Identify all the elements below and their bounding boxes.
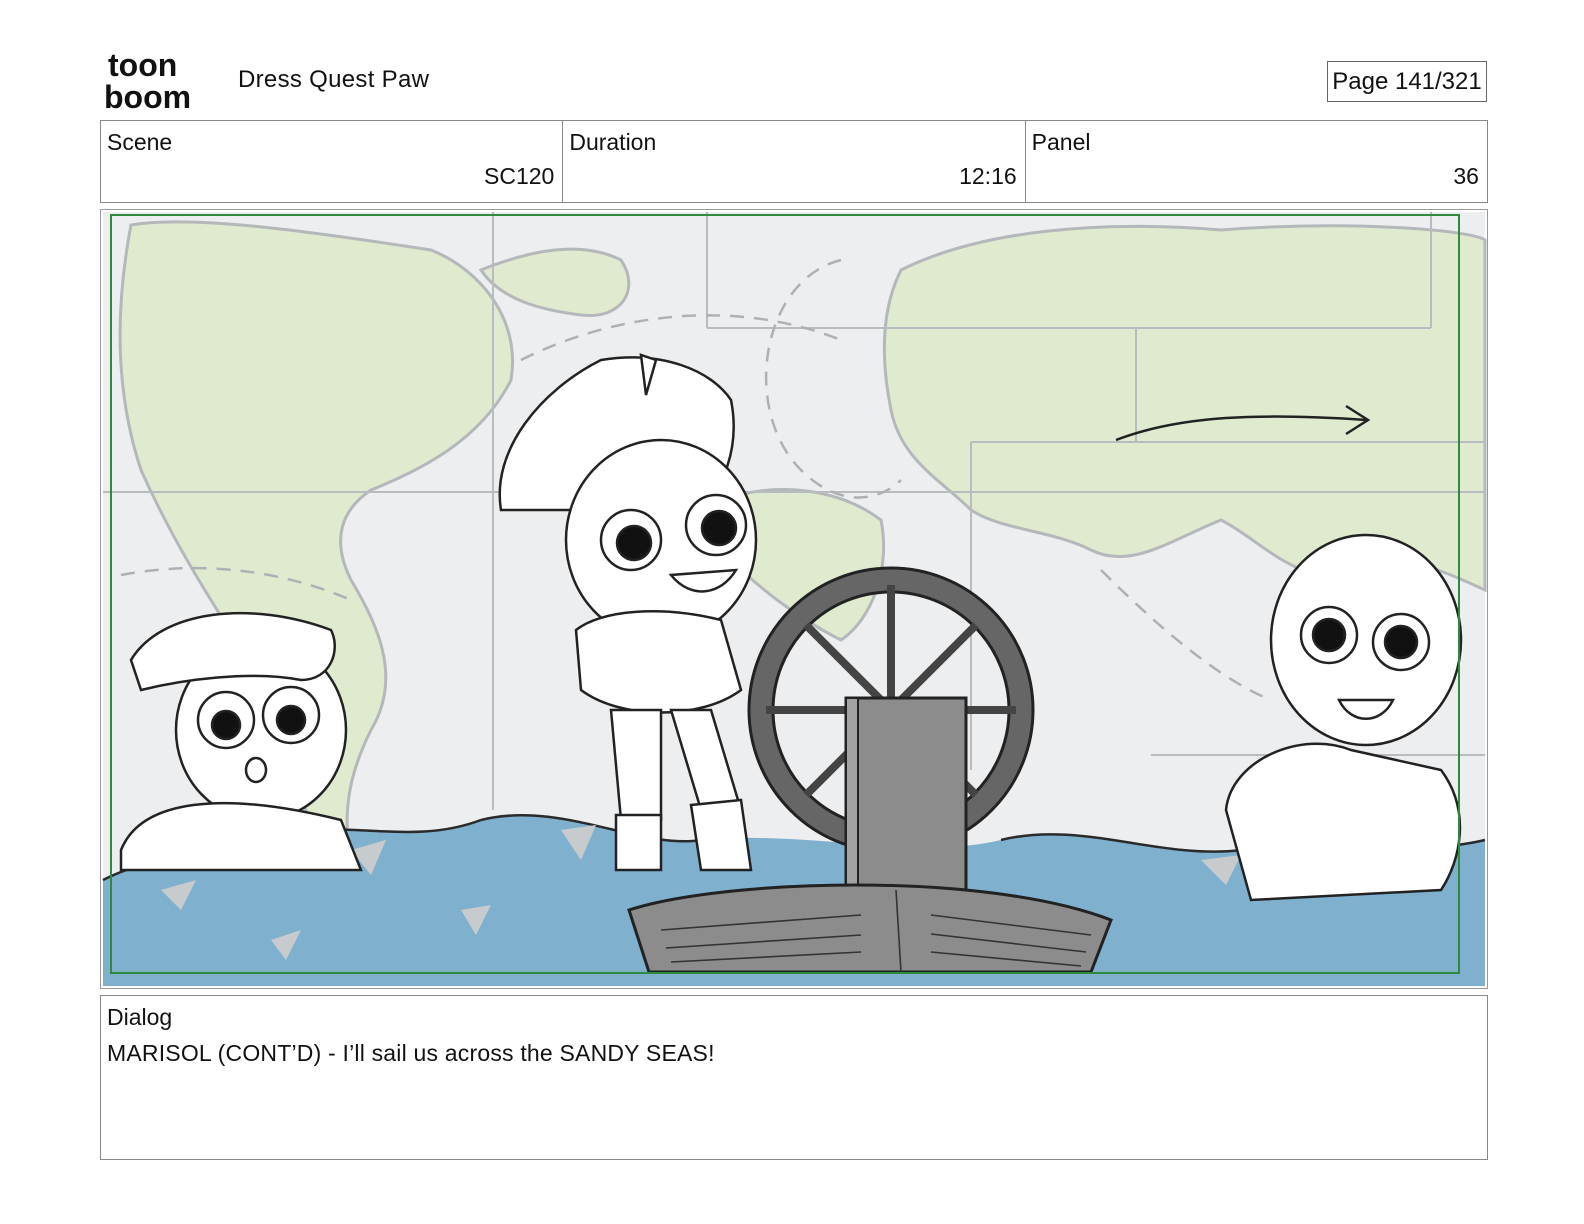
logo-line-bottom: boom bbox=[104, 79, 191, 112]
storyboard-panel-image bbox=[102, 212, 1487, 986]
duration-cell: Duration 12:16 bbox=[563, 121, 1026, 202]
panel-cell: Panel 36 bbox=[1026, 121, 1487, 202]
storyboard-panel bbox=[100, 209, 1488, 989]
panel-value: 36 bbox=[1453, 163, 1479, 189]
scene-value: SC120 bbox=[484, 163, 555, 189]
dialog-section: Dialog MARISOL (CONT’D) - I’ll sail us a… bbox=[100, 995, 1488, 1160]
duration-label: Duration bbox=[569, 129, 657, 155]
toon-boom-logo: toon boom bbox=[100, 47, 220, 115]
panel-label: Panel bbox=[1031, 129, 1091, 155]
project-title: Dress Quest Paw bbox=[238, 66, 430, 93]
panel-info-row: Scene SC120 Duration 12:16 Panel 36 bbox=[100, 120, 1488, 203]
scene-label: Scene bbox=[107, 129, 173, 155]
dialog-text: MARISOL (CONT’D) - I’ll sail us across t… bbox=[107, 1040, 715, 1066]
duration-value: 12:16 bbox=[959, 163, 1017, 189]
page-indicator: Page 141/321 bbox=[1327, 61, 1487, 102]
dialog-label: Dialog bbox=[107, 1004, 173, 1030]
scene-cell: Scene SC120 bbox=[101, 121, 564, 202]
